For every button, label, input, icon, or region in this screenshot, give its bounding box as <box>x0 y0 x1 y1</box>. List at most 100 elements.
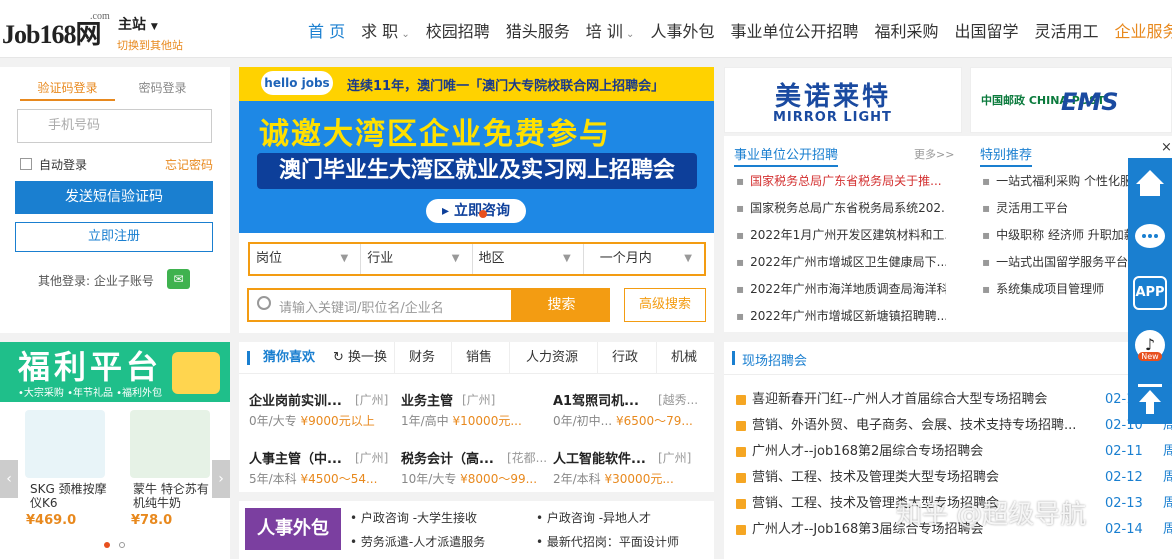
list-item[interactable]: ▪ 2022年广州市增城区卫生健康局下... <box>736 249 946 276</box>
list-item[interactable]: ▪ 系统集成项目管理师 <box>982 276 1132 303</box>
switch-site-link[interactable]: 切换到其他站 <box>117 37 183 53</box>
list-item[interactable]: ▪ 一站式福利采购 个性化服务 <box>982 168 1132 195</box>
job-title[interactable]: 企业岗前实训... <box>249 390 342 409</box>
job-title[interactable]: A1驾照司机... <box>553 390 639 409</box>
hr-link[interactable]: • 劳务派遣-人才派遣服务 <box>350 533 485 550</box>
phone-input[interactable]: 手机号码 <box>17 109 212 143</box>
job-salary: ¥8000～99... <box>460 472 538 486</box>
job-title[interactable]: 人事主管（中... <box>249 448 342 467</box>
advanced-search-button[interactable]: 高级搜索 <box>624 288 706 322</box>
job-meta: 1年/高中 ¥10000元... <box>401 412 522 429</box>
product-price: ¥78.0 <box>131 513 173 528</box>
region-select-label: 地区 <box>478 251 505 266</box>
nav-welfare[interactable]: 福利采购 <box>866 18 946 42</box>
job-fair-title[interactable]: 现场招聘会 <box>742 350 807 369</box>
list-item-text: 系统集成项目管理师 <box>996 282 1105 296</box>
app-download-button[interactable]: APP <box>1128 268 1172 318</box>
product-image[interactable] <box>130 410 210 478</box>
tab-password-login[interactable]: 密码登录 <box>115 77 210 101</box>
nav-campus[interactable]: 校园招聘 <box>418 18 498 42</box>
hr-link[interactable]: • 户政咨询 -大学生接收 <box>350 509 477 526</box>
carousel-dot[interactable] <box>119 542 125 548</box>
job-salary: ¥9000元以上 <box>300 414 375 428</box>
nav-training[interactable]: 培 训 ⌄ <box>578 18 643 42</box>
login-panel: 验证码登录 密码登录 手机号码 自动登录 忘记密码 发送短信验证码 立即注册 其… <box>0 67 230 333</box>
nav-enterprise[interactable]: 企业服务 <box>1107 18 1172 42</box>
keyword-search-input[interactable]: 请输入关键词/职位名/企业名 <box>247 288 513 322</box>
job-meta: 5年/本科 ¥4500～54... <box>249 470 377 487</box>
job-title[interactable]: 税务会计（高... <box>401 448 494 467</box>
hr-link[interactable]: • 户政咨询 -异地人才 <box>536 509 651 526</box>
tab-sms-login[interactable]: 验证码登录 <box>20 77 115 101</box>
tab-hr[interactable]: 人力资源 <box>509 342 594 374</box>
forgot-password-link[interactable]: 忘记密码 <box>165 156 213 173</box>
next-arrow-icon[interactable]: › <box>212 460 230 498</box>
job-title[interactable]: 人工智能软件... <box>553 448 646 467</box>
public-jobs-more-link[interactable]: 更多>> <box>914 146 954 162</box>
register-button[interactable]: 立即注册 <box>15 222 213 252</box>
banner-cta-button[interactable]: ▸ 立即咨询 <box>426 199 526 223</box>
product-image[interactable] <box>25 410 105 478</box>
prev-arrow-icon[interactable]: ‹ <box>0 460 18 498</box>
promo-banner[interactable]: hello jobs 连续11年，澳门唯一「澳门大专院校联合网上招聘会」 诚邀大… <box>239 67 714 233</box>
nav-home[interactable]: 首 页 <box>300 18 353 42</box>
featured-title[interactable]: 特别推荐 <box>980 144 1033 167</box>
search-icon <box>257 296 271 310</box>
auto-login-checkbox[interactable] <box>20 158 32 170</box>
carousel-dot[interactable] <box>479 210 487 218</box>
hr-link[interactable]: • 最新代招岗：平面设计师 <box>536 533 679 550</box>
search-button[interactable]: 搜索 <box>513 288 610 322</box>
tab-finance[interactable]: 财务 <box>394 342 449 374</box>
position-select[interactable]: 岗位 ▼ <box>250 244 362 274</box>
tab-machinery[interactable]: 机械 <box>656 342 711 374</box>
wechat-icon[interactable]: ✉ <box>167 269 190 289</box>
nav-jobs[interactable]: 求 职 ⌄ <box>353 18 418 42</box>
list-item[interactable]: ▪ 国家税务总局广东省税务局关于推... <box>736 168 946 195</box>
other-login-label[interactable]: 其他登录: 企业子账号 <box>38 272 154 289</box>
list-item[interactable]: 广州人才--job168第2届综合专场招聘会 02-11 周 <box>736 439 1172 465</box>
region-select[interactable]: 地区 ▼ <box>473 244 584 274</box>
send-sms-button[interactable]: 发送短信验证码 <box>15 181 213 214</box>
tab-sales[interactable]: 销售 <box>451 342 506 374</box>
public-jobs-title[interactable]: 事业单位公开招聘 <box>734 144 839 167</box>
mirror-light-ad[interactable]: 美诺莱特 MIRROR LIGHT <box>724 67 962 133</box>
nav-headhunter[interactable]: 猎头服务 <box>498 18 578 42</box>
tiktok-icon[interactable]: ♪ New <box>1128 322 1172 372</box>
back-to-top-icon[interactable] <box>1128 374 1172 424</box>
refresh-button[interactable]: ↻ 换一换 <box>331 342 389 374</box>
list-item[interactable]: ▪ 2022年广州市海洋地质调查局海洋科... <box>736 276 946 303</box>
carousel-dot[interactable] <box>104 542 110 548</box>
welfare-banner[interactable]: 福利平台 •大宗采购 •年节礼品 •福利外包 <box>0 342 230 402</box>
hr-outsource-badge[interactable]: 人事外包 <box>245 508 341 550</box>
nav-public-institution[interactable]: 事业单位公开招聘 <box>722 18 866 42</box>
industry-select[interactable]: 行业 ▼ <box>361 244 473 274</box>
list-item[interactable]: 喜迎新春开门红--广州人才首届综合大型专场招聘会 02-1 <box>736 387 1172 413</box>
nav-flexible-work[interactable]: 灵活用工 <box>1027 18 1107 42</box>
job-title[interactable]: 业务主管 <box>401 390 453 409</box>
list-item[interactable]: ▪ 中级职称 经济师 升职加薪 <box>982 222 1132 249</box>
list-item[interactable]: 营销、工程、技术及管理类大型专场招聘会 02-12 周 <box>736 465 1172 491</box>
nav-study-abroad[interactable]: 出国留学 <box>946 18 1026 42</box>
site-selector[interactable]: 主站 ▼ <box>118 14 158 34</box>
list-item[interactable]: ▪ 2022年广州市增城区新塘镇招聘聘... <box>736 303 946 330</box>
ems-ad[interactable]: 中国邮政 CHINA POST EMS <box>970 67 1172 133</box>
list-item-text: 一站式出国留学服务平台 <box>996 255 1129 269</box>
product-name[interactable]: 蒙牛 特仑苏有机纯牛奶 <box>133 482 213 510</box>
chat-icon[interactable] <box>1128 212 1172 262</box>
home-icon[interactable] <box>1128 158 1172 208</box>
list-item[interactable]: ▪ 一站式出国留学服务平台 <box>982 249 1132 276</box>
list-item[interactable]: 营销、外语外贸、电子商务、会展、技术支持专场招聘... 02-10 周 <box>736 413 1172 439</box>
list-item[interactable]: ▪ 灵活用工平台 <box>982 195 1132 222</box>
job-meta-text: 0年/初中... <box>553 414 613 428</box>
product-name[interactable]: SKG 颈椎按摩仪K6 <box>30 482 112 510</box>
welfare-subtitle: •大宗采购 •年节礼品 •福利外包 <box>18 388 163 399</box>
date-range-select[interactable]: 一个月内 ▼ <box>584 244 704 274</box>
close-icon[interactable]: × <box>1161 140 1172 155</box>
list-item[interactable]: ▪ 2022年1月广州开发区建筑材料和工... <box>736 222 946 249</box>
nav-hr-outsource[interactable]: 人事外包 <box>642 18 722 42</box>
banner-subheadline: 澳门毕业生大湾区就业及实习网上招聘会 <box>257 153 697 189</box>
list-item[interactable]: ▪ 国家税务总局广东省税务局系统202... <box>736 195 946 222</box>
refresh-icon: ↻ <box>332 350 348 365</box>
site-logo[interactable]: Job168网 .com <box>2 11 110 51</box>
tab-admin[interactable]: 行政 <box>597 342 652 374</box>
